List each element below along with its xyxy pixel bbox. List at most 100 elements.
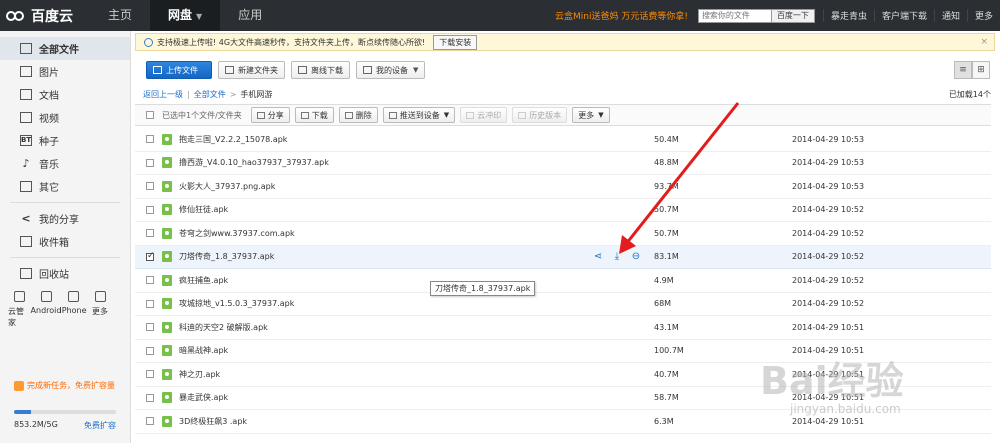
sidebar-item-torrents[interactable]: BT 种子: [0, 129, 130, 152]
file-name[interactable]: 3D终极狂飙3 .apk: [179, 416, 599, 427]
download-install-button[interactable]: 下载安装: [433, 34, 478, 50]
sidebar-item-label: 全部文件: [39, 45, 79, 56]
sidebar-item-other[interactable]: 其它: [0, 175, 130, 198]
apk-file-icon: [162, 321, 172, 333]
sidebar-item-videos[interactable]: 视频: [0, 106, 130, 129]
row-checkbox[interactable]: [146, 158, 154, 167]
download-button[interactable]: 下载: [294, 107, 334, 123]
logo[interactable]: 百度云: [0, 6, 90, 26]
my-devices-button[interactable]: 我的设备 ▼: [356, 61, 426, 79]
upload-button[interactable]: 上传文件: [146, 61, 212, 79]
search-input[interactable]: [697, 8, 772, 23]
more-button[interactable]: 更多 ▼: [572, 107, 610, 123]
task-link[interactable]: 完成新任务，免费扩容量: [14, 380, 115, 391]
promo-link[interactable]: 云盒Mini送爸妈 万元话费等你拿!: [555, 9, 688, 22]
row-checkbox[interactable]: [146, 323, 154, 332]
delete-button[interactable]: 删除: [338, 107, 378, 123]
sidebar-item-recycle-bin[interactable]: 回收站: [0, 262, 130, 285]
table-row[interactable]: 抱走三国_V2.2.2_15078.apk 50.4M 2014-04-29 10:…: [135, 128, 991, 152]
client-download-link[interactable]: 客户端下载: [873, 9, 934, 22]
file-name[interactable]: 攻城掠地_v1.5.0.3_37937.apk: [179, 298, 599, 309]
file-name[interactable]: 疯狂捕鱼.apk: [179, 275, 599, 286]
download-icon[interactable]: ⤓: [612, 251, 622, 262]
table-row[interactable]: 撸西游_V4.0.10_hao37937_37937.apk 48.8M 2014-…: [135, 152, 991, 175]
file-name[interactable]: 神之刃.apk: [179, 369, 599, 380]
share-button[interactable]: 分享: [250, 107, 290, 123]
download-icon: [300, 111, 309, 119]
row-checkbox[interactable]: [146, 251, 155, 261]
row-checkbox[interactable]: [146, 182, 154, 191]
more-link[interactable]: 更多: [966, 9, 1000, 22]
table-row[interactable]: 刀塔传奇_1.8_37937.apk⋖ ⤓ ⊖ 83.1M 2014-04-29 10:…: [135, 245, 991, 269]
notice-text: 支持极速上传啦! 4G大文件高速秒传，支持文件夹上传，断点续传随心所欲!: [157, 37, 426, 47]
row-actions: ⋖ ⤓ ⊖: [593, 251, 641, 262]
row-checkbox[interactable]: [146, 205, 154, 214]
more-circle-icon[interactable]: ⊖: [631, 251, 641, 262]
nav-apps[interactable]: 应用: [220, 0, 280, 31]
notifications-link[interactable]: 通知: [933, 9, 967, 22]
list-view-icon[interactable]: ≡: [954, 61, 972, 79]
file-name[interactable]: 暗黑战神.apk: [179, 345, 599, 356]
table-row[interactable]: 火影大人_37937.png.apk 93.7M 2014-04-29 10:53: [135, 175, 991, 199]
user-menu[interactable]: 暴走青虫: [822, 9, 874, 22]
watermark-url: jingyan.baidu.com: [790, 402, 901, 416]
task-label: 完成新任务，免费扩容量: [27, 381, 115, 390]
row-checkbox[interactable]: [146, 393, 154, 402]
row-checkbox[interactable]: [146, 135, 154, 144]
new-folder-button[interactable]: 新建文件夹: [218, 61, 285, 79]
share-icon[interactable]: ⋖: [593, 251, 603, 262]
search-button[interactable]: 百度一下: [771, 8, 815, 23]
close-icon[interactable]: ×: [980, 37, 988, 47]
row-checkbox[interactable]: [146, 229, 154, 238]
sidebar-item-music[interactable]: ♪ 音乐: [0, 152, 130, 175]
nav-netdisk[interactable]: 网盘 ▼: [150, 0, 221, 31]
row-checkbox[interactable]: [146, 346, 154, 355]
file-date: 2014-04-29 10:53: [792, 158, 865, 168]
file-name[interactable]: 科迪的天空2 破解版.apk: [179, 322, 599, 333]
table-row[interactable]: 疯狂捕鱼.apk 4.9M 2014-04-29 10:52: [135, 269, 991, 293]
sidebar-item-label: 图片: [39, 68, 59, 79]
file-name[interactable]: 苍穹之剑www.37937.com.apk: [179, 228, 599, 239]
file-name[interactable]: 抱走三国_V2.2.2_15078.apk: [179, 134, 599, 145]
sidebar-item-inbox[interactable]: 收件箱: [0, 230, 130, 253]
table-row[interactable]: 苍穹之剑www.37937.com.apk 50.7M 2014-04-29 10:…: [135, 222, 991, 246]
row-checkbox[interactable]: [146, 276, 154, 285]
device-iphone[interactable]: iPhone: [60, 291, 87, 328]
device-more[interactable]: 更多: [89, 291, 111, 328]
table-row[interactable]: 科迪的天空2 破解版.apk 43.1M 2014-04-29 10:51: [135, 316, 991, 340]
history-label: 历史版本: [529, 110, 562, 120]
all-files-link[interactable]: 全部文件: [194, 89, 226, 100]
device-android[interactable]: Android: [31, 291, 61, 328]
file-name[interactable]: 刀塔传奇_1.8_37937.apk: [179, 251, 599, 262]
cloud-print-button[interactable]: 云冲印: [460, 107, 508, 123]
select-all-checkbox[interactable]: [146, 111, 154, 119]
file-size: 6.3M: [654, 416, 674, 426]
push-to-device-button[interactable]: 推送到设备 ▼: [382, 107, 456, 123]
row-checkbox[interactable]: [146, 299, 154, 308]
sidebar-item-documents[interactable]: 文档: [0, 83, 130, 106]
upload-icon: [153, 66, 162, 74]
sidebar-item-my-shares[interactable]: < 我的分享: [0, 207, 130, 230]
sidebar-item-label: 回收站: [39, 270, 69, 281]
file-name[interactable]: 修仙狂徒.apk: [179, 204, 599, 215]
row-checkbox[interactable]: [146, 417, 154, 426]
file-name[interactable]: 火影大人_37937.png.apk: [179, 181, 599, 192]
table-row[interactable]: 攻城掠地_v1.5.0.3_37937.apk 68M 2014-04-29 10:…: [135, 293, 991, 316]
file-name[interactable]: 暴走武侠.apk: [179, 392, 599, 403]
offline-download-button[interactable]: 离线下载: [291, 61, 350, 79]
expand-storage-link[interactable]: 免费扩容: [84, 420, 116, 431]
file-name[interactable]: 撸西游_V4.0.10_hao37937_37937.apk: [179, 157, 599, 168]
apk-file-icon: [162, 251, 172, 263]
info-icon: [144, 37, 153, 47]
nav-home[interactable]: 主页: [90, 0, 150, 31]
history-button[interactable]: 历史版本: [512, 107, 568, 123]
sidebar-item-images[interactable]: 图片: [0, 60, 130, 83]
back-link[interactable]: 返回上一级: [143, 89, 183, 100]
grid-view-icon[interactable]: ⊞: [972, 61, 990, 79]
sidebar-item-label: 我的分享: [39, 215, 79, 226]
row-checkbox[interactable]: [146, 370, 154, 379]
table-row[interactable]: 修仙狂徒.apk 50.7M 2014-04-29 10:52: [135, 199, 991, 222]
document-icon: [20, 89, 32, 100]
sidebar-item-all-files[interactable]: 全部文件: [0, 37, 130, 60]
device-cloud-manager[interactable]: 云管家: [8, 291, 30, 328]
